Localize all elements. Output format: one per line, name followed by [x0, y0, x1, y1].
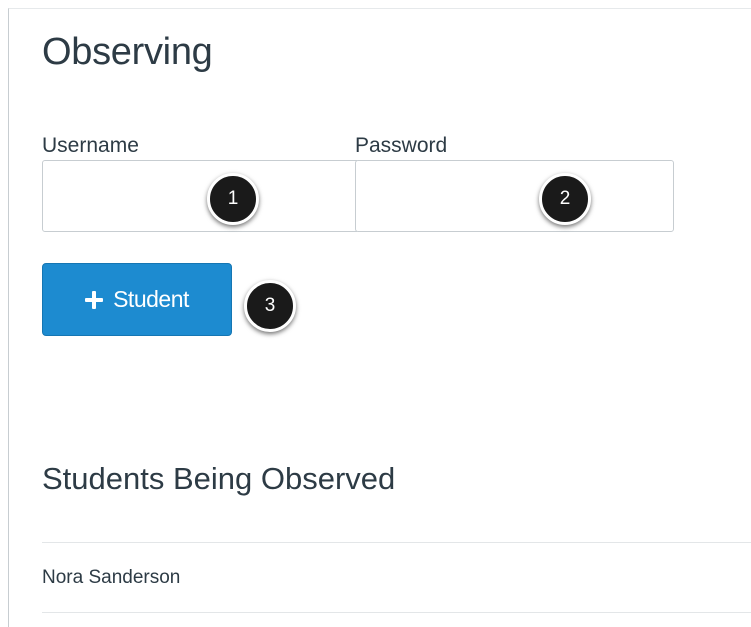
page-title: Observing: [42, 31, 213, 73]
password-label: Password: [355, 134, 448, 157]
observing-panel: Observing Username Password 1 2 Student …: [8, 8, 751, 627]
callout-2-badge: 2: [539, 173, 591, 225]
callout-3-badge: 3: [244, 280, 296, 332]
list-divider: [42, 542, 751, 543]
username-input[interactable]: [42, 160, 357, 232]
add-student-button[interactable]: Student: [42, 263, 232, 336]
student-list-item: Nora Sanderson: [42, 567, 181, 588]
list-divider: [42, 612, 751, 613]
plus-icon: [85, 290, 104, 309]
password-input[interactable]: [355, 160, 674, 232]
callout-1-badge: 1: [207, 173, 259, 225]
add-student-label: Student: [113, 286, 189, 312]
username-label: Username: [42, 134, 139, 157]
students-heading: Students Being Observed: [42, 461, 396, 496]
